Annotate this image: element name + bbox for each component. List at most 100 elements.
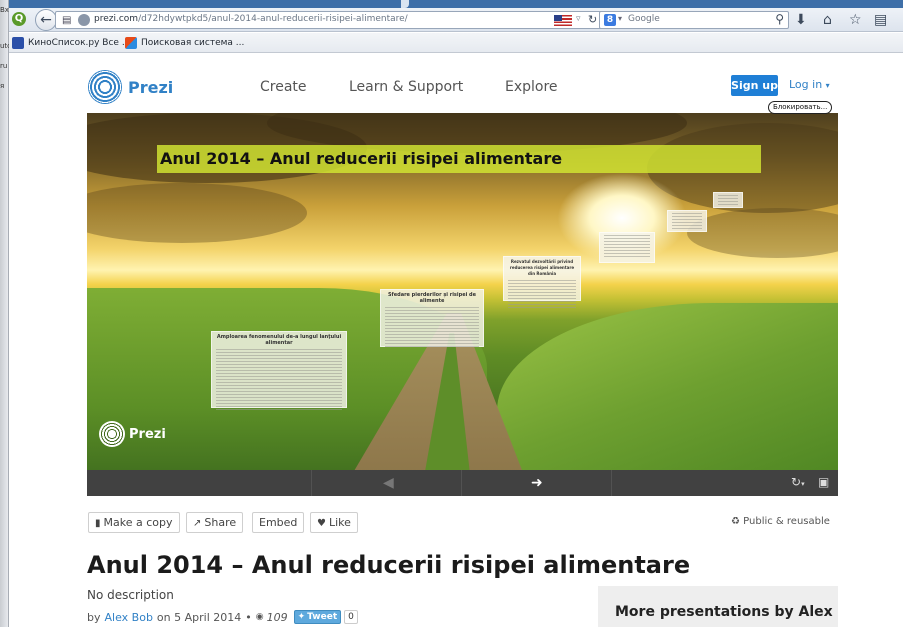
slide-note[interactable]: Amploarea fenomenului de-a lungul lanţul… [211, 331, 347, 410]
prezi-wordmark: Prezi [128, 77, 174, 97]
note-title: Rezvatul dezvoltării privind reducerea r… [509, 259, 575, 276]
next-arrow-icon[interactable]: ➜ [531, 475, 543, 491]
like-label: Like [328, 516, 351, 529]
slide-note[interactable] [713, 192, 743, 208]
author-link[interactable]: Alex Bob [105, 611, 153, 624]
search-icon[interactable]: ⚲ [775, 12, 784, 26]
embed-button[interactable]: Embed [252, 512, 305, 533]
search-engine-icon[interactable]: 8 [604, 14, 616, 26]
presentation-meta: by Alex Bob on 5 April 2014 • ◉ 109 ✦ Twe… [87, 610, 358, 624]
browser-window: Вход utc ru я Q ← ▤ prezi.com/d72hdywtpk… [0, 0, 903, 627]
public-text: Public & reusable [743, 516, 830, 527]
note-text-lines [604, 235, 650, 259]
block-button[interactable]: Блокировать... [768, 101, 833, 114]
site-identity-icon[interactable] [78, 14, 90, 26]
cloud [87, 183, 307, 243]
like-button[interactable]: ♥ Like [310, 512, 358, 533]
kinospisok-icon [12, 37, 24, 49]
log-in-label: Log in [789, 78, 823, 91]
search-box[interactable]: 8 ▾ Google ⚲ [599, 11, 789, 29]
slide-title-band: Anul 2014 – Anul reducerii risipei alime… [157, 145, 761, 173]
url-text[interactable]: prezi.com/d72hdywtpkd5/anul-2014-anul-re… [94, 14, 408, 24]
background-window-edge: Вход utc ru я [0, 0, 18, 627]
tweet-count: 0 [344, 610, 358, 624]
slide-title: Anul 2014 – Anul reducerii risipei alime… [160, 149, 563, 168]
date-text: on 5 April 2014 [156, 610, 242, 624]
presentation-title: Anul 2014 – Anul reducerii risipei alime… [87, 551, 691, 579]
note-text-lines [508, 280, 576, 309]
slide-note[interactable]: Sfedare pierderilor și risipei de alimen… [380, 289, 484, 349]
nav-explore[interactable]: Explore [505, 79, 558, 95]
address-bar[interactable]: ▤ prezi.com/d72hdywtpkd5/anul-2014-anul-… [55, 11, 610, 29]
recycle-icon: ♻ [731, 516, 740, 527]
log-in-link[interactable]: Log in ▾ [789, 78, 830, 91]
slide-note[interactable]: Rezvatul dezvoltării privind reducerea r… [503, 256, 581, 309]
autoplay-icon[interactable]: ↻▾ [791, 475, 805, 489]
page-list-icon[interactable]: ▤ [62, 15, 74, 26]
url-dropdown-icon[interactable]: ▿ [576, 14, 581, 24]
previous-arrow-icon[interactable]: ◀ [383, 475, 394, 491]
note-title: Sfedare pierderilor și risipei de alimen… [387, 292, 477, 304]
home-icon[interactable]: ⌂ [823, 11, 832, 29]
more-presentations-panel: More presentations by Alex [598, 586, 838, 627]
note-text-lines [718, 195, 738, 205]
fullscreen-icon[interactable]: ▣ [818, 475, 829, 489]
prezi-logo[interactable]: Prezi [88, 70, 173, 104]
bookmark-item[interactable]: КиноСписок.ру Все ... [12, 36, 130, 50]
cloud [687, 208, 838, 258]
public-reusable-label: ♻ Public & reusable [731, 516, 830, 527]
note-text-lines [216, 349, 342, 410]
make-copy-button[interactable]: ▮ Make a copy [88, 512, 180, 533]
nav-learn-support[interactable]: Learn & Support [349, 79, 463, 95]
share-label: Share [204, 516, 237, 529]
reload-icon[interactable]: ↻ [588, 13, 597, 26]
download-icon[interactable]: ⬇ [795, 11, 807, 29]
note-text-lines [385, 307, 479, 349]
chevron-down-icon: ▾ [825, 81, 830, 90]
viewer-controls: ◀ ➜ ↻▾ ▣ [87, 470, 838, 496]
addon-icon[interactable]: Q [12, 12, 26, 26]
share-button[interactable]: ↗ Share [186, 512, 244, 533]
presentation-description: No description [87, 588, 174, 602]
bookmarks-menu-icon[interactable]: ▤ [874, 11, 887, 29]
more-presentations-heading: More presentations by Alex [615, 604, 833, 620]
tweet-label: Tweet [307, 612, 338, 622]
url-domain: prezi.com [94, 14, 139, 24]
bookmark-item[interactable]: Поисковая система ... [125, 36, 244, 50]
prezi-logo-icon [88, 70, 122, 104]
search-engine-label: Google [628, 14, 660, 24]
tweet-button[interactable]: ✦ Tweet [293, 610, 342, 624]
engine-dropdown-icon[interactable]: ▾ [618, 14, 622, 23]
eye-icon: ◉ [255, 612, 264, 622]
slide-note[interactable] [667, 210, 707, 232]
embed-label: Embed [259, 516, 298, 529]
slide-note[interactable] [599, 232, 655, 263]
us-flag-icon[interactable] [554, 15, 572, 26]
nav-create[interactable]: Create [260, 79, 307, 95]
tab-edge [401, 0, 409, 8]
make-copy-label: Make a copy [103, 516, 173, 529]
bookmarks-toolbar: КиноСписок.ру Все ... Поисковая система … [9, 33, 903, 53]
separator-dot: • [245, 610, 252, 624]
bookmark-label: Поисковая система ... [141, 38, 245, 48]
share-icon: ↗ [193, 518, 202, 529]
controls-segment [87, 470, 312, 496]
view-count: 109 [266, 610, 288, 624]
heart-icon: ♥ [317, 518, 326, 529]
back-button[interactable]: ← [35, 9, 57, 31]
title-bar [9, 0, 903, 8]
url-path: /d72hdywtpkd5/anul-2014-anul-reducerii-r… [138, 14, 408, 24]
grass-field-right [497, 303, 838, 470]
copy-icon: ▮ [95, 518, 101, 529]
note-text-lines [672, 213, 702, 229]
prezi-logo-icon [99, 421, 125, 447]
twitter-bird-icon: ✦ [297, 612, 306, 622]
bookmark-star-icon[interactable]: ☆ [849, 11, 862, 29]
sign-up-button[interactable]: Sign up [731, 75, 778, 96]
presentation-viewer[interactable]: Anul 2014 – Anul reducerii risipei alime… [87, 113, 838, 470]
bookmark-label: КиноСписок.ру Все ... [28, 38, 131, 48]
by-label: by [87, 610, 101, 624]
note-title: Amploarea fenomenului de-a lungul lanţul… [216, 334, 342, 346]
edge-text: ru [0, 62, 8, 70]
navigation-toolbar: Q ← ▤ prezi.com/d72hdywtpkd5/anul-2014-a… [9, 8, 903, 32]
